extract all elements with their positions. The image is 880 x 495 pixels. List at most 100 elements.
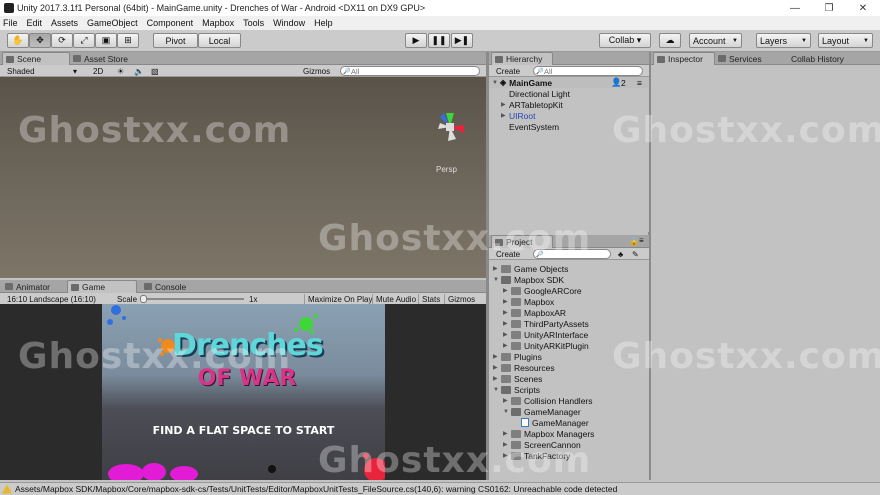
- project-tree-item[interactable]: ▶ TankFactory: [503, 450, 570, 461]
- collapse-arrow-icon[interactable]: ▶: [503, 430, 511, 437]
- collapse-arrow-icon[interactable]: ▶: [503, 309, 511, 316]
- menu-window[interactable]: Window: [273, 18, 305, 28]
- collapse-arrow-icon[interactable]: ▶: [493, 265, 501, 272]
- stats-toggle[interactable]: Stats: [418, 294, 443, 304]
- tab-collab-history[interactable]: Collab History: [785, 52, 869, 65]
- expand-arrow-icon[interactable]: ▼: [503, 409, 511, 415]
- scene-root-row[interactable]: ▼ ◈ MainGame 👤 2 ≡: [489, 77, 649, 88]
- game-viewport[interactable]: Drenches OF WAR FIND A FLAT SPACE TO STA…: [0, 304, 486, 480]
- lighting-toggle-icon[interactable]: ☀: [114, 66, 127, 76]
- project-tree-item[interactable]: ▼ Scripts: [493, 384, 540, 395]
- filter-label-icon[interactable]: ✎: [629, 249, 642, 259]
- layout-dropdown[interactable]: Layout ▼: [818, 33, 873, 48]
- menu-component[interactable]: Component: [147, 18, 194, 28]
- play-button[interactable]: ▶: [405, 33, 427, 48]
- collapse-arrow-icon[interactable]: ▶: [503, 452, 511, 459]
- game-render[interactable]: Drenches OF WAR FIND A FLAT SPACE TO STA…: [102, 304, 385, 480]
- project-search-input[interactable]: [533, 249, 611, 259]
- project-tree-item[interactable]: ▶ GoogleARCore: [503, 285, 582, 296]
- collapse-arrow-icon[interactable]: ▶: [503, 397, 511, 404]
- menu-file[interactable]: File: [3, 18, 18, 28]
- menu-edit[interactable]: Edit: [27, 18, 43, 28]
- hierarchy-item[interactable]: ▶ ARTabletopKit: [489, 99, 649, 110]
- expand-arrow-icon[interactable]: ▼: [492, 80, 500, 86]
- hierarchy-create-dropdown[interactable]: Create: [493, 66, 523, 76]
- scene-menu-icon[interactable]: ≡: [637, 78, 642, 88]
- pause-button[interactable]: ❚❚: [428, 33, 450, 48]
- layers-dropdown[interactable]: Layers ▼: [756, 33, 811, 48]
- tab-animator[interactable]: Animator: [2, 280, 65, 293]
- transform-tool-button[interactable]: ⊞: [117, 33, 139, 48]
- status-bar[interactable]: Assets/Mapbox SDK/Mapbox/Core/mapbox-sdk…: [0, 482, 880, 495]
- maximize-on-play-toggle[interactable]: Maximize On Play: [304, 294, 375, 304]
- project-tree-item[interactable]: ▶ Game Objects: [493, 263, 568, 274]
- collapse-arrow-icon[interactable]: ▶: [493, 364, 501, 371]
- project-tree-item[interactable]: ▶ UnityARKitPlugin: [503, 340, 589, 351]
- project-tree-item[interactable]: ▶ Scenes: [493, 373, 542, 384]
- project-tree-item[interactable]: ▶ Mapbox: [503, 296, 554, 307]
- collapse-arrow-icon[interactable]: ▶: [503, 342, 511, 349]
- expand-arrow-icon[interactable]: ▼: [493, 387, 501, 393]
- project-tree-item[interactable]: ▶ UnityARInterface: [503, 329, 588, 340]
- tab-asset-store[interactable]: Asset Store: [70, 52, 142, 65]
- hierarchy-search-input[interactable]: All: [533, 66, 643, 76]
- expand-arrow-icon[interactable]: ▼: [493, 277, 501, 283]
- 2d-toggle[interactable]: 2D: [90, 66, 106, 76]
- project-tree-item[interactable]: ▶ ScreenCannon: [503, 439, 581, 450]
- hierarchy-item[interactable]: EventSystem: [489, 121, 649, 132]
- cloud-button[interactable]: ☁: [659, 33, 681, 48]
- collab-dropdown[interactable]: Collab ▾: [599, 33, 651, 48]
- rotate-tool-button[interactable]: ⟳: [51, 33, 73, 48]
- aspect-ratio-dropdown[interactable]: 16:10 Landscape (16:10): [4, 294, 99, 304]
- panel-menu-icon[interactable]: ≡: [639, 236, 644, 245]
- expand-arrow-icon[interactable]: ▶: [501, 101, 509, 108]
- scene-viewport[interactable]: Persp: [0, 77, 486, 278]
- menu-mapbox[interactable]: Mapbox: [202, 18, 234, 28]
- scale-slider[interactable]: [142, 298, 244, 300]
- menu-gameobject[interactable]: GameObject: [87, 18, 138, 28]
- lock-icon[interactable]: 🔒: [629, 237, 639, 246]
- collapse-arrow-icon[interactable]: ▶: [503, 298, 511, 305]
- status-message[interactable]: Assets/Mapbox SDK/Mapbox/Core/mapbox-sdk…: [15, 484, 617, 494]
- menu-assets[interactable]: Assets: [51, 18, 78, 28]
- project-tree-item[interactable]: ▶ MapboxAR: [503, 307, 566, 318]
- scene-gizmos-dropdown[interactable]: Gizmos: [300, 66, 333, 76]
- menu-tools[interactable]: Tools: [243, 18, 264, 28]
- scale-slider-thumb[interactable]: [140, 295, 147, 303]
- collapse-arrow-icon[interactable]: ▶: [503, 287, 511, 294]
- collapse-arrow-icon[interactable]: ▶: [503, 441, 511, 448]
- tab-game[interactable]: Game: [67, 280, 137, 293]
- project-tree-item[interactable]: ▼ GameManager: [503, 406, 581, 417]
- maximize-button[interactable]: ❐: [812, 0, 846, 16]
- collapse-arrow-icon[interactable]: ▶: [493, 375, 501, 382]
- move-tool-button[interactable]: ✥: [29, 33, 51, 48]
- local-toggle[interactable]: Local: [198, 33, 241, 48]
- project-create-dropdown[interactable]: Create: [493, 249, 523, 259]
- project-tree-item[interactable]: ▶ Resources: [493, 362, 555, 373]
- project-tree-item[interactable]: ▶ Plugins: [493, 351, 542, 362]
- project-tree-item[interactable]: ▶ Collision Handlers: [503, 395, 593, 406]
- orientation-gizmo-icon[interactable]: [430, 107, 470, 157]
- hierarchy-item[interactable]: ▶ UIRoot: [489, 110, 649, 121]
- menu-help[interactable]: Help: [314, 18, 333, 28]
- audio-toggle-icon[interactable]: 🔈: [131, 66, 147, 76]
- tab-inspector[interactable]: Inspector: [653, 52, 715, 65]
- tab-console[interactable]: Console: [141, 280, 201, 293]
- collapse-arrow-icon[interactable]: ▶: [503, 331, 511, 338]
- scene-search-input[interactable]: All: [340, 66, 480, 76]
- collapse-arrow-icon[interactable]: ▶: [503, 320, 511, 327]
- effects-toggle-icon[interactable]: ▧: [148, 66, 162, 76]
- step-button[interactable]: ▶❚: [451, 33, 473, 48]
- minimize-button[interactable]: —: [778, 0, 812, 16]
- close-button[interactable]: ✕: [846, 0, 880, 16]
- tab-scene[interactable]: Scene: [2, 52, 70, 65]
- perspective-label[interactable]: Persp: [436, 165, 457, 174]
- project-tree-item[interactable]: ▶ Mapbox Managers: [503, 428, 594, 439]
- shading-mode-dropdown[interactable]: Shaded: [4, 66, 38, 76]
- account-dropdown[interactable]: Account ▼: [689, 33, 742, 48]
- tab-services[interactable]: Services: [715, 52, 775, 65]
- collapse-arrow-icon[interactable]: ▶: [493, 353, 501, 360]
- tab-hierarchy[interactable]: Hierarchy: [491, 52, 553, 65]
- hand-tool-button[interactable]: ✋: [7, 33, 29, 48]
- pivot-toggle[interactable]: Pivot: [153, 33, 198, 48]
